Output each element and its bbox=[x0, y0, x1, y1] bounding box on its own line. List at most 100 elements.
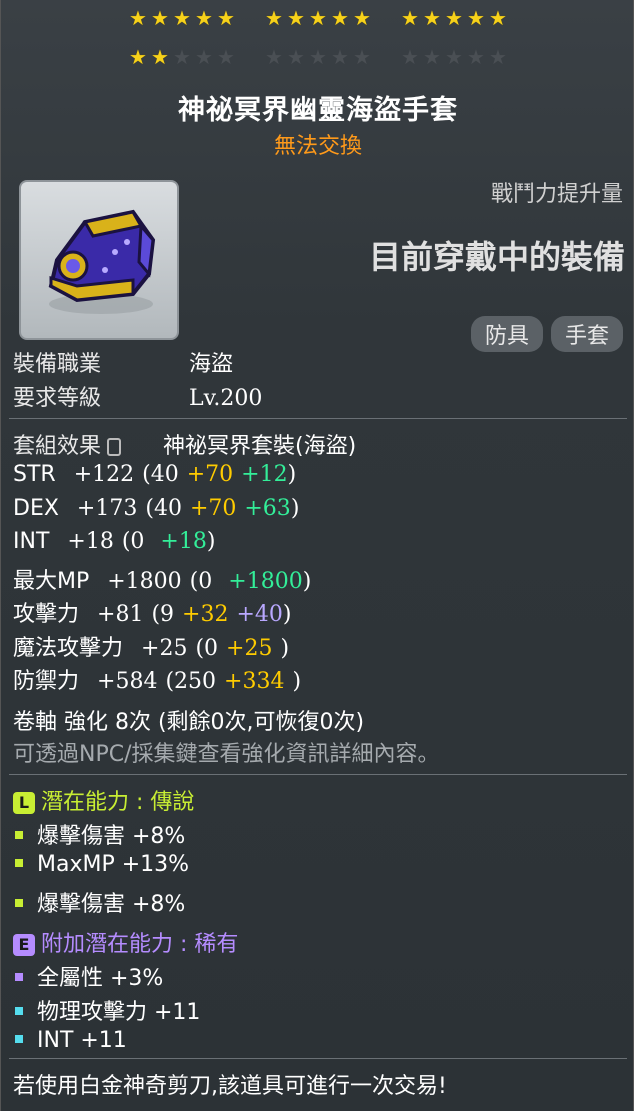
stat-total: +18 bbox=[67, 529, 114, 554]
bonus-potential-header: E 附加潛在能力 : 稀有 bbox=[13, 926, 238, 958]
divider bbox=[9, 418, 627, 419]
star-filled-icon: ★ bbox=[401, 6, 419, 30]
star-filled-icon: ★ bbox=[129, 6, 147, 30]
stat-name: DEX bbox=[13, 495, 59, 521]
stat-name: 攻擊力 bbox=[13, 602, 80, 627]
stat-bonus-b: +12 bbox=[241, 462, 288, 487]
star-filled-icon: ★ bbox=[489, 6, 507, 30]
tag-gloves: 手套 bbox=[550, 316, 623, 352]
bullet-icon bbox=[15, 899, 23, 907]
job-value: 海盜 bbox=[189, 352, 234, 377]
potential-header: L 潛在能力 : 傳說 bbox=[13, 784, 194, 816]
stat-bonus-a: +70 bbox=[189, 495, 237, 521]
star-filled-icon: ★ bbox=[129, 45, 147, 69]
star-group: ★ ★ ★ ★ ★ bbox=[400, 8, 508, 32]
potential-line: INT +11 bbox=[13, 1028, 127, 1053]
stat-base: (250 bbox=[165, 669, 217, 694]
stat-base: (40 bbox=[142, 462, 179, 487]
stat-base: (0 bbox=[121, 529, 145, 554]
star-empty-icon: ★ bbox=[489, 45, 507, 69]
stat-total: +25 bbox=[141, 635, 188, 661]
stat-base: (9 bbox=[151, 602, 175, 627]
star-filled-icon: ★ bbox=[217, 6, 235, 30]
stat-total: +81 bbox=[97, 602, 144, 627]
stat-name: INT bbox=[13, 529, 50, 554]
lock-icon bbox=[107, 438, 122, 456]
stat-row: 最大MP +1800 (0 +1800) bbox=[13, 563, 311, 595]
star-empty-icon: ★ bbox=[309, 45, 327, 69]
stat-bonus-b: +63 bbox=[244, 495, 291, 521]
star-empty-icon: ★ bbox=[353, 45, 371, 69]
star-empty-icon: ★ bbox=[195, 45, 213, 69]
stat-row: 攻擊力 +81 (9 +32 +40) bbox=[13, 596, 292, 628]
epic-grade-icon: E bbox=[13, 934, 35, 956]
stat-bonus-a: +334 bbox=[224, 669, 285, 694]
item-tooltip: ★ ★ ★ ★ ★ ★ ★ ★ ★ ★ ★ ★ ★ ★ ★ ★ ★ ★ ★ ★ ★ ★ ★ ★ ★ ★ ★ ★ ★ ★ 神祕冥界幽靈海盜… bbox=[0, 0, 634, 1111]
star-filled-icon: ★ bbox=[353, 6, 371, 30]
potential-line: MaxMP +13% bbox=[13, 852, 189, 877]
level-label: 要求等級 bbox=[13, 386, 102, 411]
bullet-icon bbox=[15, 1035, 23, 1043]
stat-name: STR bbox=[13, 462, 56, 487]
star-filled-icon: ★ bbox=[331, 6, 349, 30]
combat-power-boost-label: 戰鬥力提升量 bbox=[490, 182, 623, 207]
potential-line-text: MaxMP +13% bbox=[37, 852, 190, 877]
star-empty-icon: ★ bbox=[331, 45, 349, 69]
star-empty-icon: ★ bbox=[423, 45, 441, 69]
stat-close: ) bbox=[292, 669, 302, 694]
set-effect-row[interactable]: 套組效果 神祕冥界套裝(海盜) bbox=[13, 428, 356, 460]
bullet-icon bbox=[15, 973, 23, 981]
star-group: ★ ★ ★ ★ ★ bbox=[264, 8, 372, 32]
stat-close: ) bbox=[206, 529, 216, 554]
item-name: 神祕冥界幽靈海盜手套 bbox=[178, 95, 458, 126]
star-filled-icon: ★ bbox=[467, 6, 485, 30]
platinum-scissors-note: 若使用白金神奇剪刀,該道具可進行一次交易! bbox=[13, 1074, 447, 1099]
upgrade-line: 卷軸 強化 8次 (剩餘0次,可恢復0次) bbox=[13, 710, 365, 735]
stat-close: ) bbox=[282, 602, 292, 627]
potential-line-text: 物理攻擊力 +11 bbox=[37, 1000, 201, 1025]
stat-base: (40 bbox=[145, 495, 182, 521]
item-category-tags: 防具 手套 bbox=[470, 316, 623, 352]
stat-row: INT +18 (0 +18) bbox=[13, 529, 215, 554]
star-force-row-2: ★ ★ ★ ★ ★ ★ ★ ★ ★ ★ ★ ★ ★ ★ ★ bbox=[1, 47, 634, 71]
star-filled-icon: ★ bbox=[151, 6, 169, 30]
potential-line-text: 全屬性 +3% bbox=[37, 966, 164, 991]
star-empty-icon: ★ bbox=[287, 45, 305, 69]
stat-name: 最大MP bbox=[13, 568, 90, 594]
potential-line-text: INT +11 bbox=[37, 1028, 127, 1053]
stat-row: 防禦力 +584 (250 +334) bbox=[13, 663, 301, 695]
stat-base: (0 bbox=[189, 568, 213, 594]
stat-total: +173 bbox=[76, 495, 138, 521]
stat-row: DEX +173 (40 +70 +63) bbox=[13, 496, 299, 521]
potential-title: 潛在能力 : 傳說 bbox=[41, 790, 195, 815]
star-filled-icon: ★ bbox=[195, 6, 213, 30]
stat-close: ) bbox=[287, 462, 297, 487]
stat-bonus-b: +40 bbox=[236, 602, 283, 627]
upgrade-hint: 可透過NPC/採集鍵查看強化資訊詳細內容。 bbox=[13, 742, 440, 767]
legendary-grade-icon: L bbox=[13, 792, 35, 814]
star-empty-icon: ★ bbox=[467, 45, 485, 69]
stat-bonus-a: +70 bbox=[186, 462, 234, 487]
set-effect-label: 套組效果 bbox=[13, 434, 102, 459]
star-empty-icon: ★ bbox=[401, 45, 419, 69]
star-empty-icon: ★ bbox=[217, 45, 235, 69]
star-group: ★ ★ ★ ★ ★ bbox=[128, 47, 236, 71]
star-group: ★ ★ ★ ★ ★ bbox=[400, 47, 508, 71]
level-value: Lv.200 bbox=[189, 386, 263, 411]
star-empty-icon: ★ bbox=[173, 45, 191, 69]
potential-line-text: 爆擊傷害 +8% bbox=[37, 892, 186, 917]
divider bbox=[9, 774, 627, 775]
job-row: 裝備職業 海盜 bbox=[13, 346, 233, 378]
stat-total: +122 bbox=[73, 462, 135, 487]
stat-row: STR +122 (40 +70 +12) bbox=[13, 462, 296, 487]
star-empty-icon: ★ bbox=[445, 45, 463, 69]
star-filled-icon: ★ bbox=[423, 6, 441, 30]
potential-line: 物理攻擊力 +11 bbox=[13, 994, 200, 1026]
star-group: ★ ★ ★ ★ ★ bbox=[264, 47, 372, 71]
potential-line: 爆擊傷害 +8% bbox=[13, 818, 185, 850]
trade-status: 無法交換 bbox=[273, 134, 362, 159]
stat-name: 魔法攻擊力 bbox=[13, 635, 124, 661]
star-filled-icon: ★ bbox=[309, 6, 327, 30]
potential-line: 全屬性 +3% bbox=[13, 960, 163, 992]
stat-bonus-a: +25 bbox=[226, 635, 273, 661]
